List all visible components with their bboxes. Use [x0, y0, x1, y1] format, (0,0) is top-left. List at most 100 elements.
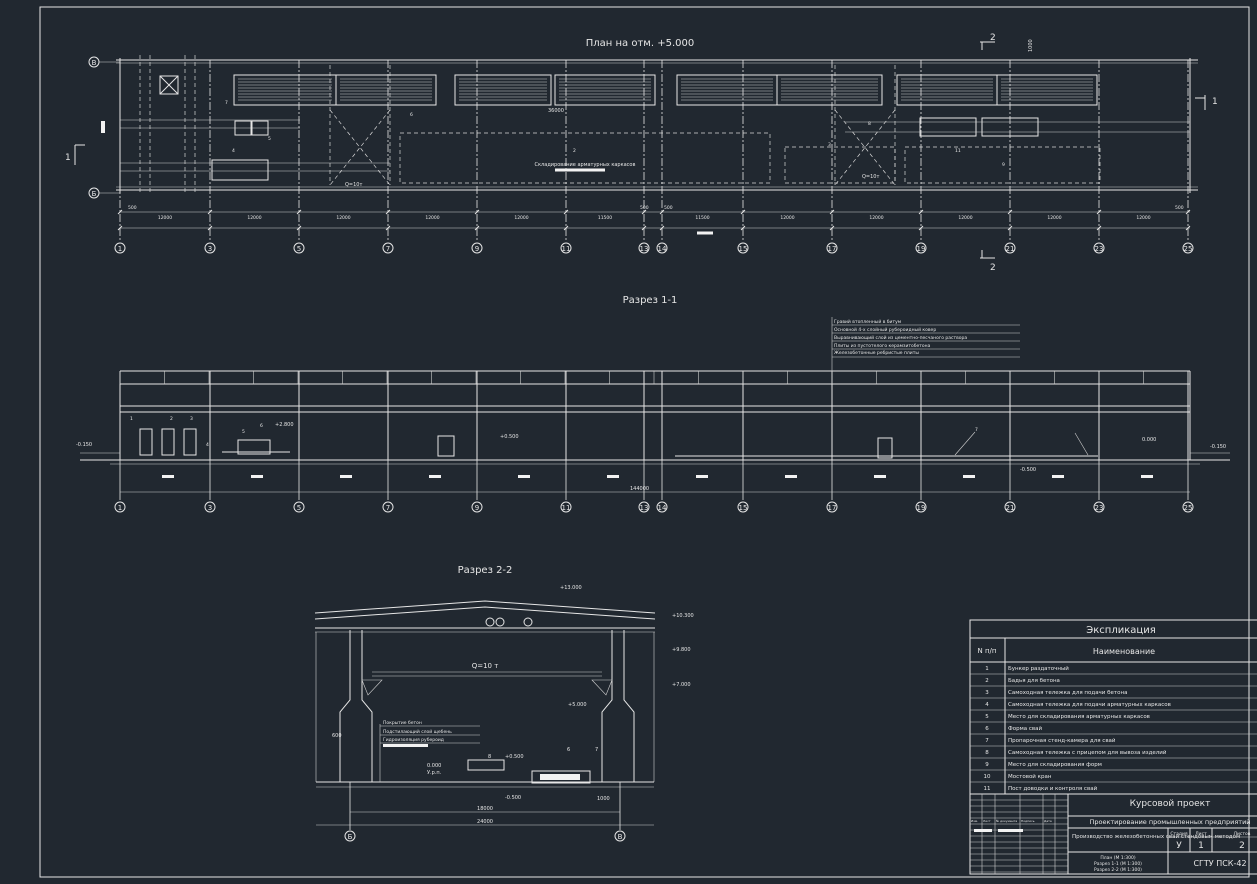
explication-row-name: Самоходная тележка для подачи арматурных… — [1008, 702, 1171, 708]
plan-axis-label: 19 — [917, 245, 926, 253]
explication-row-name: Мостовой кран — [1008, 773, 1052, 780]
s22-span1: 18000 — [477, 806, 493, 812]
stamp-col-sheets: Листов — [1234, 831, 1251, 837]
s11-axis-label: 5 — [297, 504, 301, 512]
section-mark-1-right: 1 — [1212, 97, 1218, 107]
section22-title: Разрез 2-2 — [458, 565, 513, 576]
explication-row-no: 9 — [985, 762, 989, 768]
section11-title: Разрез 1-1 — [623, 295, 678, 306]
s11-callout: 6 — [260, 423, 263, 429]
stamp-sign-mark — [998, 829, 1023, 832]
stamp-left-col-label: Подпись — [1021, 819, 1035, 823]
explication-row-no: 7 — [985, 738, 989, 744]
plan-axis-label: 21 — [1006, 245, 1015, 253]
s22-level-pit: -0.500 — [505, 795, 521, 801]
stamp-title: Курсовой проект — [1130, 799, 1211, 809]
plan-axis-label: 3 — [208, 245, 212, 253]
explication-table: Экспликация N п/п Наименование 1 Бункер р… — [969, 619, 1257, 795]
stamp-left-col-label: Лист — [983, 819, 991, 823]
s22-level-label: У.р.п. — [427, 770, 442, 776]
section-1-1: Разрез 1-1 Гравий втопленный в битумОсно… — [76, 295, 1230, 513]
explication-row-no: 3 — [985, 690, 989, 696]
s22-dim-1000: 1000 — [597, 796, 610, 802]
s11-footing-mark — [518, 475, 530, 478]
plan-callout: 8 — [868, 121, 871, 127]
plan-span-label: 12000 — [336, 215, 350, 221]
s11-level-pit: -0.500 — [1020, 467, 1036, 473]
crane-q-label-1: Q=10т — [345, 182, 362, 188]
title-block: Изм. Лист № документа Подпись Дата Курсовой … — [969, 793, 1257, 875]
stand-bed — [454, 74, 552, 106]
plan-axis-label: 15 — [739, 245, 748, 253]
plan-edge-dim: 500 — [640, 205, 649, 211]
plan-dim-bed: 36000 — [548, 108, 564, 114]
s11-axis-label: 21 — [1006, 504, 1015, 512]
plan-axis-label: 25 — [1184, 245, 1193, 253]
s11-callout: 2 — [170, 416, 173, 422]
stamp-stage: У — [1176, 841, 1182, 851]
explication-col-name: Наименование — [1093, 647, 1155, 656]
stamp-content-2: Разрез 1-1 (М 1:300) — [1094, 861, 1142, 867]
stamp-left-col-label: Изм. — [971, 819, 978, 823]
plan-edge-dim: 500 — [128, 205, 137, 211]
stamp-left-col-label: № документа — [996, 819, 1017, 823]
row-axis-v-label: В — [92, 59, 97, 67]
explication-row-name: Пропарочная стенд-камера для свай — [1008, 737, 1116, 744]
plan-span-label: 12000 — [869, 215, 883, 221]
plan-axis-label: 13 — [640, 245, 649, 253]
explication-row-name: Место для складирования арматурных карка… — [1008, 714, 1150, 720]
s11-layer-label: Плиты из пустотелого керамзитобетона — [834, 343, 931, 349]
stand-bed — [335, 74, 437, 106]
s22-dim-600: 600 — [332, 733, 342, 739]
s11-callout: 7 — [975, 427, 978, 433]
plan-callout: 3 — [828, 142, 831, 148]
s11-footing-mark — [785, 475, 797, 478]
explication-row-name: Место для складирования форм — [1008, 762, 1102, 768]
plan-span-label: 11500 — [598, 215, 612, 221]
s11-layer-label: Гравий втопленный в битум — [834, 318, 901, 325]
s22-callout-7: 7 — [595, 747, 598, 753]
s11-axis-label: 13 — [640, 504, 649, 512]
plan-axis-label: 9 — [475, 245, 479, 253]
section-mark-1-left: 1 — [65, 153, 71, 163]
s11-footing-mark — [251, 475, 263, 478]
plan-span-label: 12000 — [780, 215, 794, 221]
stand-bed — [896, 74, 998, 106]
s11-footing-mark — [607, 475, 619, 478]
stand-bed — [233, 74, 337, 106]
plan-callout: 7 — [225, 100, 228, 106]
explication-row-no: 2 — [985, 678, 989, 684]
s11-callout: 3 — [190, 416, 193, 422]
s11-callout: 4 — [206, 442, 209, 448]
s11-axis-label: 3 — [208, 504, 212, 512]
s11-axis-label: 25 — [1184, 504, 1193, 512]
stand-bed — [676, 74, 778, 106]
section-mark-2-bottom: 2 — [990, 263, 996, 273]
s22-floor-layer-2: Подстилающий слой щебень — [383, 728, 452, 735]
s22-span2: 24000 — [477, 819, 493, 825]
s11-callout: 5 — [242, 429, 245, 435]
explication-row-no: 4 — [985, 702, 989, 708]
s11-layer-label: Выравнивающий слой из цементно-песчаного… — [834, 334, 967, 341]
plan-span-label: 12000 — [158, 215, 172, 221]
plan-span-label: 12000 — [958, 215, 972, 221]
s11-footing-mark — [696, 475, 708, 478]
s11-footing-mark — [1141, 475, 1153, 478]
explication-row-no: 11 — [984, 786, 991, 792]
s11-axis-label: 11 — [562, 504, 571, 512]
s11-axis-label: 19 — [917, 504, 926, 512]
s11-footing-mark — [1052, 475, 1064, 478]
plan-callout: 4 — [232, 148, 235, 154]
plan-axis-label: 11 — [562, 245, 571, 253]
s11-level-crane: +2.800 — [275, 422, 294, 428]
explication-row-name: Самоходная тележка для подачи бетона — [1008, 690, 1127, 696]
stamp-col-stage: Стадия — [1170, 831, 1188, 837]
s11-layer-label: Основной 4-х слойный рубероидный ковер — [834, 326, 936, 333]
stamp-org: СГТУ ПСК-42 — [1193, 859, 1246, 868]
section-mark-2-top: 2 — [990, 33, 996, 43]
s11-footing-mark — [963, 475, 975, 478]
s11-total-length: 144000 — [630, 486, 649, 492]
explication-row-name: Самоходная тележка с прицепом для вывоза… — [1008, 749, 1167, 756]
plan-axis-label: 14 — [658, 245, 667, 253]
s11-footing-mark — [429, 475, 441, 478]
